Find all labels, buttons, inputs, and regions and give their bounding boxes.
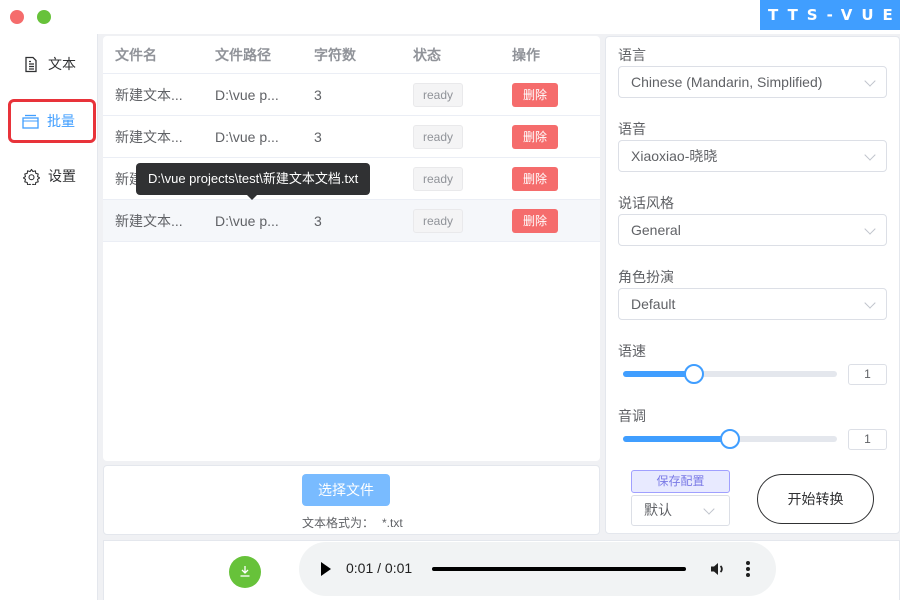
document-icon <box>22 55 40 73</box>
player-panel: 0:01 / 0:01 <box>103 540 900 600</box>
sidebar-item-label: 文本 <box>48 56 76 72</box>
status-badge: ready <box>413 208 464 233</box>
chevron-down-icon <box>864 297 876 309</box>
cell-chars: 3 <box>314 86 322 103</box>
slider-thumb[interactable] <box>683 364 704 384</box>
more-options-icon[interactable] <box>745 560 751 578</box>
maximize-window-button[interactable] <box>37 10 51 24</box>
table-header: 文件名 文件路径 字符数 状态 操作 <box>103 36 600 74</box>
settings-panel: 语言 Chinese (Mandarin, Simplified) 语音 Xia… <box>605 36 900 534</box>
sidebar: 文本 批量 设置 <box>0 34 98 600</box>
download-icon <box>238 564 252 581</box>
sidebar-item-settings[interactable]: 设置 <box>12 158 92 194</box>
title-bar: TTS-VUE <box>0 0 900 34</box>
cell-filename: 新建文本... <box>115 128 183 145</box>
play-icon[interactable] <box>321 562 331 576</box>
format-hint: 文本格式为： *.txt <box>302 514 403 531</box>
pitch-input[interactable]: 1 <box>848 429 887 450</box>
gear-icon <box>22 167 40 185</box>
delete-button[interactable]: 删除 <box>512 82 559 107</box>
format-hint-value: *.txt <box>382 516 403 530</box>
pitch-label: 音调 <box>618 408 646 424</box>
role-value: Default <box>631 296 676 312</box>
slider-thumb[interactable] <box>720 429 740 449</box>
delete-button[interactable]: 删除 <box>512 124 559 149</box>
status-badge: ready <box>413 124 464 149</box>
cell-filename: 新建文本... <box>115 86 183 103</box>
path-tooltip: D:\vue projects\test\新建文本文档.txt <box>136 163 371 200</box>
cell-path: D:\vue p... <box>215 128 279 145</box>
language-value: Chinese (Mandarin, Simplified) <box>631 74 823 90</box>
choose-file-button[interactable]: 选择文件 <box>302 474 390 506</box>
chevron-down-icon <box>864 75 876 87</box>
speed-slider[interactable] <box>623 364 837 384</box>
column-header-actions: 操作 <box>512 46 540 63</box>
status-badge: ready <box>413 82 464 107</box>
volume-icon[interactable] <box>709 560 727 578</box>
table-row: 新建文本... D:\vue p... 3 ready 删除 <box>103 74 600 116</box>
sidebar-item-batch[interactable]: 批量 <box>8 99 96 143</box>
sidebar-item-text[interactable]: 文本 <box>12 46 92 82</box>
language-label: 语言 <box>618 47 646 63</box>
audio-player: 0:01 / 0:01 <box>299 542 776 596</box>
table-row: 新建文本... D:\vue p... 3 ready 删除 <box>103 116 600 158</box>
voice-select[interactable]: Xiaoxiao-晓晓 <box>618 140 887 172</box>
preset-value: 默认 <box>644 502 672 518</box>
style-label: 说话风格 <box>618 195 674 211</box>
column-header-chars: 字符数 <box>314 46 356 63</box>
audio-progress[interactable] <box>432 567 686 571</box>
column-header-filename: 文件名 <box>115 46 157 63</box>
cell-path: D:\vue p... <box>215 212 279 229</box>
slider-fill <box>623 436 730 442</box>
close-window-button[interactable] <box>10 10 24 24</box>
chevron-down-icon <box>864 223 876 235</box>
delete-button[interactable]: 删除 <box>512 166 559 191</box>
cell-chars: 3 <box>314 128 322 145</box>
preset-select[interactable]: 默认 <box>631 495 730 526</box>
upload-panel: 选择文件 文本格式为： *.txt <box>103 465 600 535</box>
save-config-button[interactable]: 保存配置 <box>631 470 730 493</box>
audio-time: 0:01 / 0:01 <box>346 560 413 576</box>
column-header-path: 文件路径 <box>215 46 271 63</box>
role-select[interactable]: Default <box>618 288 887 320</box>
table-row: 新建文本... D:\vue p... 3 ready 删除 <box>103 200 600 242</box>
voice-label: 语音 <box>618 121 646 137</box>
file-table: 文件名 文件路径 字符数 状态 操作 新建文本... D:\vue p... 3… <box>103 36 600 461</box>
sidebar-item-label: 批量 <box>47 113 75 129</box>
download-button[interactable] <box>229 556 261 588</box>
style-select[interactable]: General <box>618 214 887 246</box>
column-header-status: 状态 <box>413 46 441 63</box>
start-convert-button[interactable]: 开始转换 <box>757 474 874 524</box>
delete-button[interactable]: 删除 <box>512 208 559 233</box>
style-value: General <box>631 222 681 238</box>
status-badge: ready <box>413 166 464 191</box>
role-label: 角色扮演 <box>618 269 674 285</box>
speed-label: 语速 <box>618 343 646 359</box>
speed-input[interactable]: 1 <box>848 364 887 385</box>
chevron-down-icon <box>864 149 876 161</box>
language-select[interactable]: Chinese (Mandarin, Simplified) <box>618 66 887 98</box>
folder-icon <box>21 112 39 130</box>
app-brand: TTS-VUE <box>760 0 900 30</box>
pitch-slider[interactable] <box>623 429 837 449</box>
format-hint-label: 文本格式为： <box>302 516 375 530</box>
cell-chars: 3 <box>314 212 322 229</box>
sidebar-item-label: 设置 <box>48 168 76 184</box>
cell-path: D:\vue p... <box>215 86 279 103</box>
chevron-down-icon <box>703 503 715 515</box>
voice-value: Xiaoxiao-晓晓 <box>631 148 718 164</box>
cell-filename: 新建文本... <box>115 212 183 229</box>
